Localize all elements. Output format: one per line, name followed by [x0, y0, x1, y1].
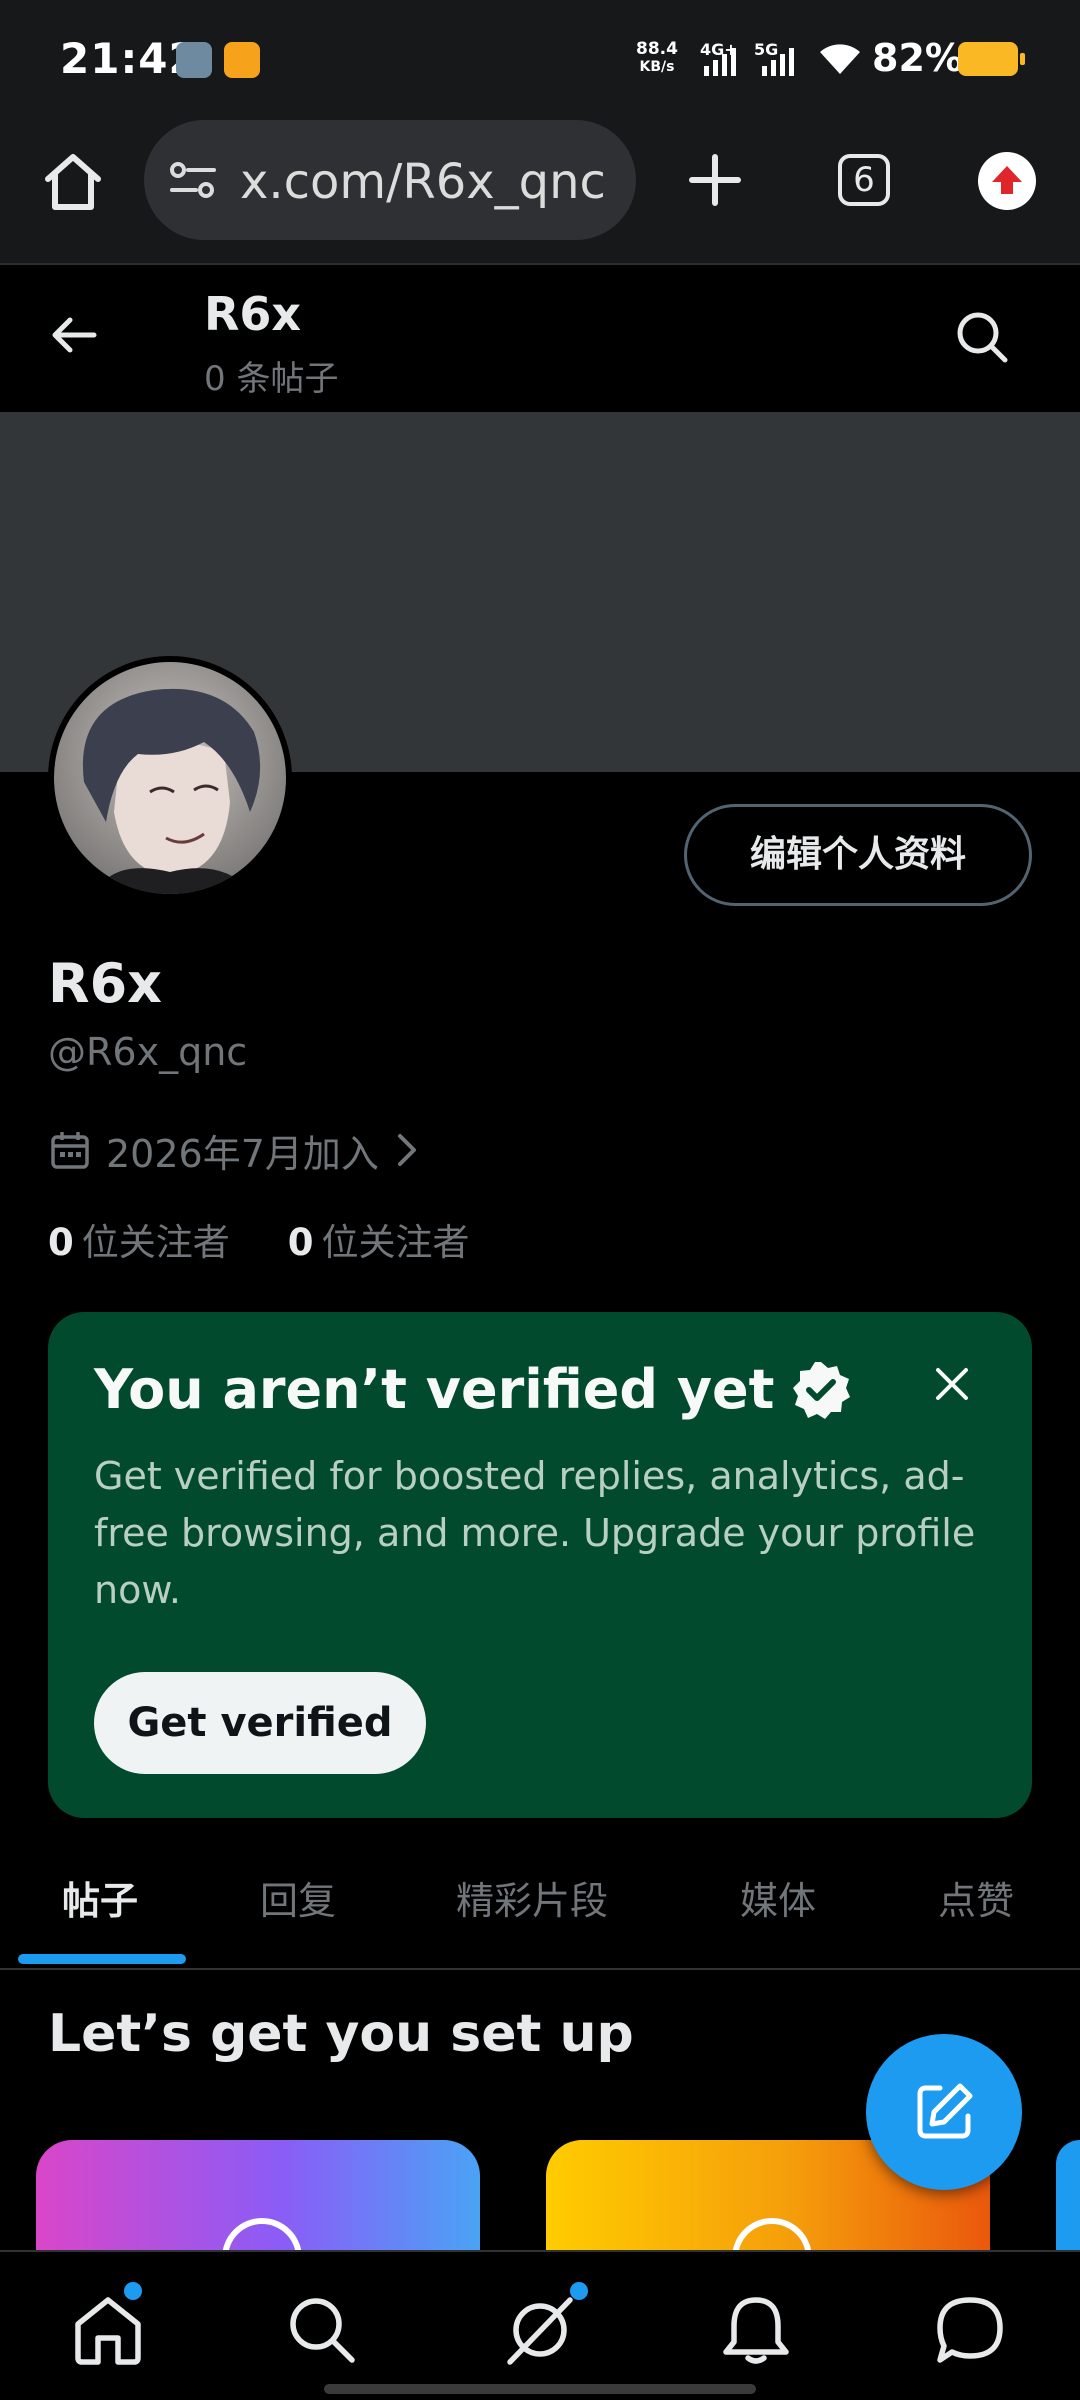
- compose-icon: [917, 2083, 973, 2139]
- tabs-button[interactable]: 6: [838, 154, 890, 206]
- followers-label: 位关注者: [321, 1221, 470, 1264]
- network-speed-value: 88.4: [636, 39, 678, 59]
- home-nav-icon[interactable]: [70, 2292, 146, 2368]
- verification-card-body: Get verified for boosted replies, analyt…: [94, 1454, 976, 1612]
- joined-date: 2026年7月加入: [106, 1131, 379, 1176]
- followers-count: 0: [287, 1221, 314, 1264]
- signal-icon: [704, 42, 736, 76]
- joined-date-row[interactable]: 2026年7月加入: [48, 1122, 421, 1178]
- chevron-right-icon: [397, 1134, 416, 1166]
- setup-card[interactable]: [1056, 2140, 1080, 2260]
- get-verified-button[interactable]: Get verified: [94, 1672, 426, 1774]
- messages-icon[interactable]: [932, 2292, 1008, 2368]
- tab-likes[interactable]: 点赞: [938, 1870, 1014, 1925]
- notification-app-icon: [176, 42, 212, 78]
- verification-title-text: You aren’t verified yet: [94, 1358, 775, 1421]
- active-tab-indicator: [18, 1954, 186, 1964]
- tab-highlights[interactable]: 精彩片段: [456, 1870, 608, 1925]
- profile-header: R6x 0 条帖子: [0, 267, 1080, 412]
- grok-notification-dot: [570, 2282, 588, 2300]
- signal-icon: [762, 42, 794, 76]
- notifications-icon[interactable]: [718, 2292, 794, 2368]
- battery-percentage: 82%: [872, 36, 963, 80]
- verified-badge-icon: [793, 1361, 851, 1419]
- header-name: R6x: [204, 287, 302, 341]
- followers-stat[interactable]: 0 位关注者: [288, 1212, 470, 1266]
- display-name: R6x: [48, 952, 162, 1015]
- search-icon[interactable]: [952, 307, 1012, 367]
- network-speed: 88.4 KB/s: [636, 40, 678, 76]
- profile-tabs: 帖子 回复 精彩片段 媒体 点赞: [0, 1846, 1080, 1970]
- tab-media[interactable]: 媒体: [740, 1870, 816, 1925]
- grok-icon[interactable]: [502, 2292, 578, 2368]
- site-settings-icon[interactable]: [168, 158, 218, 202]
- gesture-bar[interactable]: [324, 2384, 756, 2394]
- tab-replies[interactable]: 回复: [260, 1870, 336, 1925]
- following-label: 位关注者: [81, 1221, 230, 1264]
- bottom-nav: [0, 2250, 1080, 2400]
- back-arrow-icon[interactable]: [44, 305, 104, 365]
- tab-posts[interactable]: 帖子: [62, 1870, 138, 1925]
- search-nav-icon[interactable]: [284, 2292, 360, 2368]
- setup-section-title: Let’s get you set up: [48, 2004, 634, 2064]
- url-text[interactable]: x.com/R6x_qnc: [240, 154, 606, 210]
- update-icon[interactable]: [978, 152, 1036, 210]
- address-bar[interactable]: x.com/R6x_qnc: [144, 120, 636, 240]
- edit-profile-button[interactable]: 编辑个人资料: [684, 804, 1032, 906]
- following-stat[interactable]: 0 位关注者: [48, 1212, 230, 1266]
- header-post-count: 0 条帖子: [204, 359, 339, 399]
- wifi-icon: [820, 44, 860, 74]
- plus-icon[interactable]: [680, 145, 750, 215]
- verification-card: You aren’t verified yet Get verified for…: [48, 1312, 1032, 1818]
- follow-stats: 0 位关注者 0 位关注者: [48, 1212, 470, 1266]
- close-icon[interactable]: [930, 1362, 974, 1406]
- user-handle: @R6x_qnc: [48, 1030, 248, 1074]
- calendar-icon: [51, 1132, 89, 1169]
- home-notification-dot: [124, 2282, 142, 2300]
- avatar[interactable]: [48, 656, 292, 900]
- setup-card[interactable]: [36, 2140, 480, 2278]
- notification-app-icon: [224, 42, 260, 78]
- status-bar: 21:42 88.4 KB/s 4G+ 5G 82%: [0, 0, 1080, 120]
- compose-button[interactable]: [866, 2034, 1022, 2190]
- following-count: 0: [48, 1221, 74, 1264]
- network-speed-unit: KB/s: [639, 59, 675, 75]
- verification-card-title: You aren’t verified yet: [94, 1358, 852, 1421]
- home-icon[interactable]: [38, 147, 108, 217]
- battery-icon: [958, 42, 1025, 76]
- browser-toolbar: x.com/R6x_qnc 6: [0, 120, 1080, 265]
